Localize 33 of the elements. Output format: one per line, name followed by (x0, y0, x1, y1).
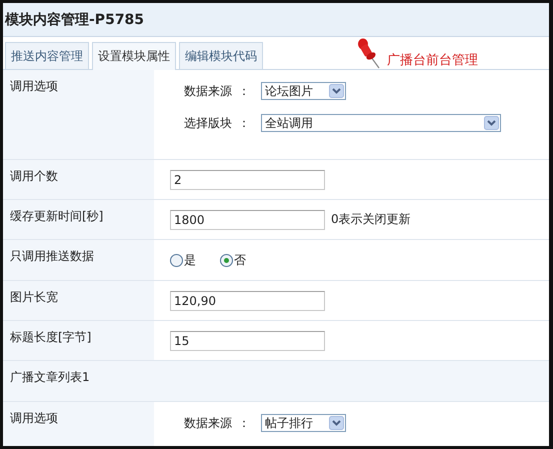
radio-label: 否 (234, 252, 246, 268)
dropdown[interactable]: 全站调用 (261, 114, 501, 132)
tab[interactable]: 设置模块属性 (92, 42, 176, 70)
dropdown[interactable]: 论坛图片 (261, 82, 346, 100)
colon: ： (238, 414, 250, 432)
hint-text: 0表示关闭更新 (331, 211, 411, 228)
tab[interactable]: 编辑模块代码 (179, 42, 263, 69)
field-label: 图片长宽 (10, 290, 58, 304)
field-label: 调用个数 (10, 169, 58, 183)
field-label: 缓存更新时间[秒] (10, 209, 104, 223)
field-label: 广播文章列表1 (10, 370, 90, 384)
radio-option[interactable]: 是 (170, 252, 196, 268)
field-label: 只调用推送数据 (10, 249, 94, 263)
field-label: 选择版块 (184, 114, 232, 132)
field-label: 数据来源 (184, 414, 232, 432)
field-label: 数据来源 (184, 82, 232, 100)
field-label: 调用选项 (10, 79, 58, 93)
input-field[interactable]: 2 (170, 170, 325, 190)
input-field[interactable]: 15 (170, 330, 325, 350)
annotation-text: 广播台前台管理 (387, 52, 478, 69)
colon: ： (238, 82, 250, 100)
radio-option[interactable]: 否 (220, 252, 246, 268)
window-title: 模块内容管理-P5785 (3, 3, 549, 37)
radio-label: 是 (184, 252, 196, 268)
dropdown[interactable]: 帖子排行 (261, 414, 346, 432)
radio-button[interactable] (220, 254, 233, 266)
field-label: 标题长度[字节] (10, 330, 92, 344)
tab[interactable]: 推送内容管理 (5, 42, 89, 69)
input-field[interactable]: 1800 (170, 210, 325, 230)
colon: ： (238, 114, 250, 132)
input-field[interactable]: 120,90 (170, 290, 325, 310)
radio-button[interactable] (170, 254, 183, 266)
field-label: 调用选项 (10, 411, 58, 425)
